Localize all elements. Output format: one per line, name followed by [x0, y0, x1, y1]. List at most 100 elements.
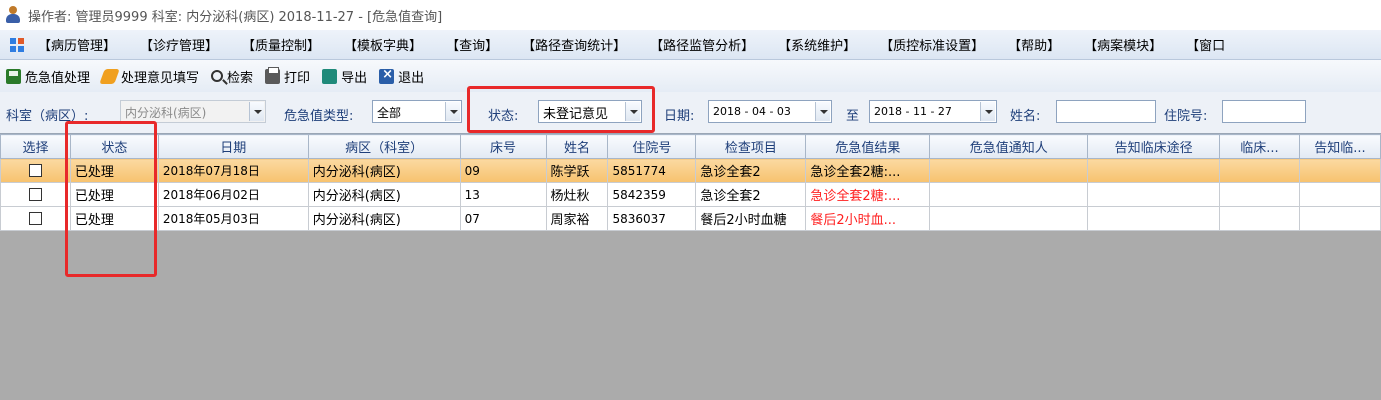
- exam-item-cell: 急诊全套2: [695, 158, 807, 183]
- clinical-cell: [1219, 206, 1300, 231]
- date-label: 日期:: [664, 109, 695, 124]
- bed-cell: 13: [459, 182, 547, 207]
- col-header-ward[interactable]: 病区（科室）: [307, 134, 461, 159]
- date-cell: 2018年07月18日: [157, 158, 309, 183]
- menu-grid-icon[interactable]: [10, 37, 24, 52]
- clinical-cell: [1219, 158, 1300, 183]
- save-icon: [6, 68, 21, 84]
- col-header-clinical[interactable]: 临床...: [1219, 134, 1300, 159]
- table-row[interactable]: 已处理 2018年07月18日 内分泌科(病区) 09 陈学跃 5851774 …: [0, 158, 1381, 183]
- export-button[interactable]: 导出: [322, 67, 367, 86]
- ward-cell: 内分泌科(病区): [307, 158, 461, 183]
- date-to-picker[interactable]: 2018 - 11 - 27: [869, 100, 997, 123]
- col-header-status[interactable]: 状态: [69, 134, 159, 159]
- export-label: 导出: [341, 70, 368, 86]
- menu-quality-control[interactable]: 【质量控制】: [242, 35, 320, 54]
- dept-select[interactable]: 内分泌科(病区): [120, 100, 266, 123]
- print-button[interactable]: 打印: [265, 66, 311, 86]
- menu-qc-standard[interactable]: 【质控标准设置】: [880, 35, 984, 54]
- row-checkbox[interactable]: [28, 164, 42, 177]
- search-button[interactable]: 检索: [211, 67, 253, 86]
- menu-treatment[interactable]: 【诊疗管理】: [140, 35, 218, 54]
- col-header-notify-clinical[interactable]: 告知临...: [1298, 134, 1381, 159]
- status-cell: 已处理: [69, 182, 159, 207]
- date-cell: 2018年06月02日: [157, 182, 309, 207]
- exam-item-cell: 餐后2小时血糖: [695, 206, 807, 231]
- menu-medical-record[interactable]: 【病历管理】: [38, 35, 116, 54]
- chevron-down-icon: [625, 102, 640, 121]
- chevron-down-icon: [980, 102, 995, 121]
- search-icon: [211, 70, 224, 82]
- col-header-notify-channel[interactable]: 告知临床途径: [1087, 134, 1221, 159]
- menu-path-query-stats[interactable]: 【路径查询统计】: [522, 35, 626, 54]
- notify-channel-cell: [1087, 206, 1221, 231]
- status-select-value: 未登记意见: [543, 107, 609, 122]
- critical-type-value: 全部: [377, 106, 402, 120]
- close-icon: [379, 67, 395, 84]
- col-header-name[interactable]: 姓名: [545, 134, 609, 159]
- opinion-fill-button[interactable]: 处理意见填写: [99, 67, 200, 86]
- name-label: 姓名:: [1010, 109, 1041, 124]
- critical-handle-label: 危急值处理: [25, 70, 91, 86]
- exit-button[interactable]: 退出: [379, 67, 424, 86]
- ward-cell: 内分泌科(病区): [307, 182, 461, 207]
- date-from-picker[interactable]: 2018 - 04 - 03: [708, 100, 832, 123]
- inpatient-label: 住院号:: [1164, 109, 1208, 124]
- notifier-cell: [929, 158, 1089, 183]
- opinion-fill-label: 处理意见填写: [121, 70, 200, 86]
- menu-query[interactable]: 【查询】: [446, 35, 498, 54]
- col-header-select[interactable]: 选择: [0, 134, 71, 159]
- table-row[interactable]: 已处理 2018年05月03日 内分泌科(病区) 07 周家裕 5836037 …: [0, 206, 1381, 231]
- menu-system-maintenance[interactable]: 【系统维护】: [778, 35, 856, 54]
- status-select[interactable]: 未登记意见: [538, 100, 642, 123]
- menu-path-supervision[interactable]: 【路径监管分析】: [650, 35, 754, 54]
- date-to-value: 2018 - 11 - 27: [874, 105, 952, 118]
- col-header-notifier[interactable]: 危急值通知人: [929, 134, 1089, 159]
- exam-item-cell: 急诊全套2: [695, 182, 807, 207]
- menu-help[interactable]: 【帮助】: [1008, 35, 1060, 54]
- notify-channel-cell: [1087, 158, 1221, 183]
- row-checkbox[interactable]: [28, 212, 42, 225]
- table-header-row: 选择 状态 日期 病区（科室） 床号 姓名 住院号 检查项目 危急值结果 危急值…: [0, 134, 1381, 159]
- critical-type-select[interactable]: 全部: [372, 100, 462, 123]
- window-title: 操作者: 管理员9999 科室: 内分泌科(病区) 2018-11-27 - […: [28, 9, 443, 25]
- name-input[interactable]: [1056, 100, 1156, 123]
- date-from-value: 2018 - 04 - 03: [713, 105, 791, 118]
- chevron-down-icon: [445, 102, 460, 121]
- chevron-down-icon: [815, 102, 830, 121]
- status-cell: 已处理: [69, 158, 159, 183]
- menu-case-module[interactable]: 【病案模块】: [1084, 35, 1162, 54]
- filter-bar: 科室（病区）: 内分泌科(病区) 危急值类型: 全部 状态: 未登记意见 日期:…: [0, 92, 1381, 134]
- inpatient-no-cell: 5851774: [607, 158, 697, 183]
- menu-template-dictionary[interactable]: 【模板字典】: [344, 35, 422, 54]
- row-select-cell[interactable]: [0, 206, 71, 231]
- col-header-date[interactable]: 日期: [157, 134, 309, 159]
- row-select-cell[interactable]: [0, 182, 71, 207]
- notifier-cell: [929, 206, 1089, 231]
- row-select-cell[interactable]: [0, 158, 71, 183]
- col-header-inpatient-no[interactable]: 住院号: [607, 134, 697, 159]
- window-title-bar: 操作者: 管理员9999 科室: 内分泌科(病区) 2018-11-27 - […: [0, 0, 1381, 30]
- critical-value-table: 选择 状态 日期 病区（科室） 床号 姓名 住院号 检查项目 危急值结果 危急值…: [0, 134, 1381, 231]
- col-header-bed[interactable]: 床号: [459, 134, 547, 159]
- search-label: 检索: [227, 70, 254, 86]
- date-to-label: 至: [846, 109, 860, 124]
- name-cell: 周家裕: [545, 206, 609, 231]
- print-label: 打印: [284, 70, 311, 86]
- date-cell: 2018年05月03日: [157, 206, 309, 231]
- table-row[interactable]: 已处理 2018年06月02日 内分泌科(病区) 13 杨灶秋 5842359 …: [0, 182, 1381, 207]
- notify-clinical-cell: [1298, 182, 1381, 207]
- critical-handle-button[interactable]: 危急值处理: [6, 67, 90, 86]
- export-icon: [322, 68, 338, 84]
- critical-result-cell: 急诊全套2糖:...: [805, 158, 931, 183]
- inpatient-input[interactable]: [1222, 100, 1306, 123]
- printer-icon: [265, 66, 281, 84]
- name-cell: 杨灶秋: [545, 182, 609, 207]
- notify-channel-cell: [1087, 182, 1221, 207]
- col-header-exam-item[interactable]: 检查项目: [695, 134, 807, 159]
- menu-window[interactable]: 【窗口: [1186, 35, 1225, 54]
- exit-label: 退出: [398, 70, 425, 86]
- col-header-critical-result[interactable]: 危急值结果: [805, 134, 931, 159]
- row-checkbox[interactable]: [28, 188, 42, 201]
- name-cell: 陈学跃: [545, 158, 609, 183]
